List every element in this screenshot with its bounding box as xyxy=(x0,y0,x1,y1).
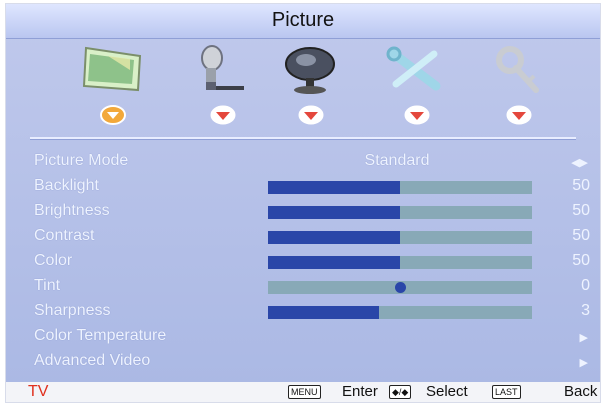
channel-icon[interactable] xyxy=(276,42,346,98)
row-label: Color Temperature xyxy=(34,327,167,344)
slider-knob[interactable] xyxy=(395,282,406,293)
marker-icon xyxy=(505,104,533,126)
picture-mode-row[interactable]: Picture Mode Standard ◀▶ xyxy=(6,150,600,175)
brightness-value: 50 xyxy=(572,202,590,219)
select-hint: Select xyxy=(426,383,468,400)
audio-icon[interactable] xyxy=(188,42,258,98)
marker-icon xyxy=(209,104,237,126)
footer-bar: TV MENU Enter ◆/◆ Select LAST Back xyxy=(6,382,600,402)
slider-fill xyxy=(268,306,379,319)
contrast-row[interactable]: Contrast 50 xyxy=(6,225,600,250)
marker-icon xyxy=(297,104,325,126)
backlight-slider[interactable] xyxy=(268,181,532,194)
advanced-video-row[interactable]: Advanced Video ▶ xyxy=(6,350,600,375)
brightness-row[interactable]: Brightness 50 xyxy=(6,200,600,225)
row-label: Advanced Video xyxy=(34,352,151,369)
row-label: Brightness xyxy=(34,202,110,219)
enter-hint: Enter xyxy=(342,383,378,400)
row-label: Color xyxy=(34,252,73,269)
backlight-row[interactable]: Backlight 50 xyxy=(6,175,600,200)
arrow-keys-icon: ◆/◆ xyxy=(389,385,412,399)
sharpness-row[interactable]: Sharpness 3 xyxy=(6,300,600,325)
slider-fill xyxy=(268,256,400,269)
left-right-arrow-icon: ◀▶ xyxy=(571,157,588,169)
color-temperature-row[interactable]: Color Temperature ▶ xyxy=(6,325,600,350)
menu-key-icon: MENU xyxy=(288,385,321,399)
contrast-slider[interactable] xyxy=(268,231,532,244)
picture-mode-value: Standard xyxy=(364,152,430,169)
divider xyxy=(30,137,576,140)
backlight-value: 50 xyxy=(572,177,590,194)
tint-row[interactable]: Tint 0 xyxy=(6,275,600,300)
title-bar: Picture xyxy=(6,4,600,39)
row-label: Backlight xyxy=(34,177,99,194)
picture-icon[interactable] xyxy=(78,42,148,98)
submenu-arrow-icon: ▶ xyxy=(579,332,588,344)
back-hint: Back xyxy=(564,383,598,400)
tint-slider[interactable] xyxy=(268,281,532,294)
parental-lock-icon[interactable] xyxy=(484,42,554,98)
color-slider[interactable] xyxy=(268,256,532,269)
page-title: Picture xyxy=(271,9,335,31)
settings-icon[interactable] xyxy=(382,42,452,98)
marker-icon xyxy=(403,104,431,126)
tint-value: 0 xyxy=(581,277,590,294)
tv-osd-screen: Picture Picture Mode Standard ◀▶ Backlig… xyxy=(6,4,600,402)
sharpness-slider[interactable] xyxy=(268,306,532,319)
slider-fill xyxy=(268,231,400,244)
sharpness-value: 3 xyxy=(581,302,590,319)
selected-marker-icon xyxy=(99,104,127,126)
row-label: Contrast xyxy=(34,227,95,244)
slider-fill xyxy=(268,181,400,194)
color-value: 50 xyxy=(572,252,590,269)
input-source-label: TV xyxy=(28,383,49,400)
row-label: Sharpness xyxy=(34,302,111,319)
slider-fill xyxy=(268,206,400,219)
row-label: Picture Mode xyxy=(34,152,129,169)
menu-icon-bar xyxy=(6,40,600,136)
row-label: Tint xyxy=(34,277,61,294)
brightness-slider[interactable] xyxy=(268,206,532,219)
contrast-value: 50 xyxy=(572,227,590,244)
last-key-icon: LAST xyxy=(492,385,521,399)
color-row[interactable]: Color 50 xyxy=(6,250,600,275)
submenu-arrow-icon: ▶ xyxy=(579,357,588,369)
